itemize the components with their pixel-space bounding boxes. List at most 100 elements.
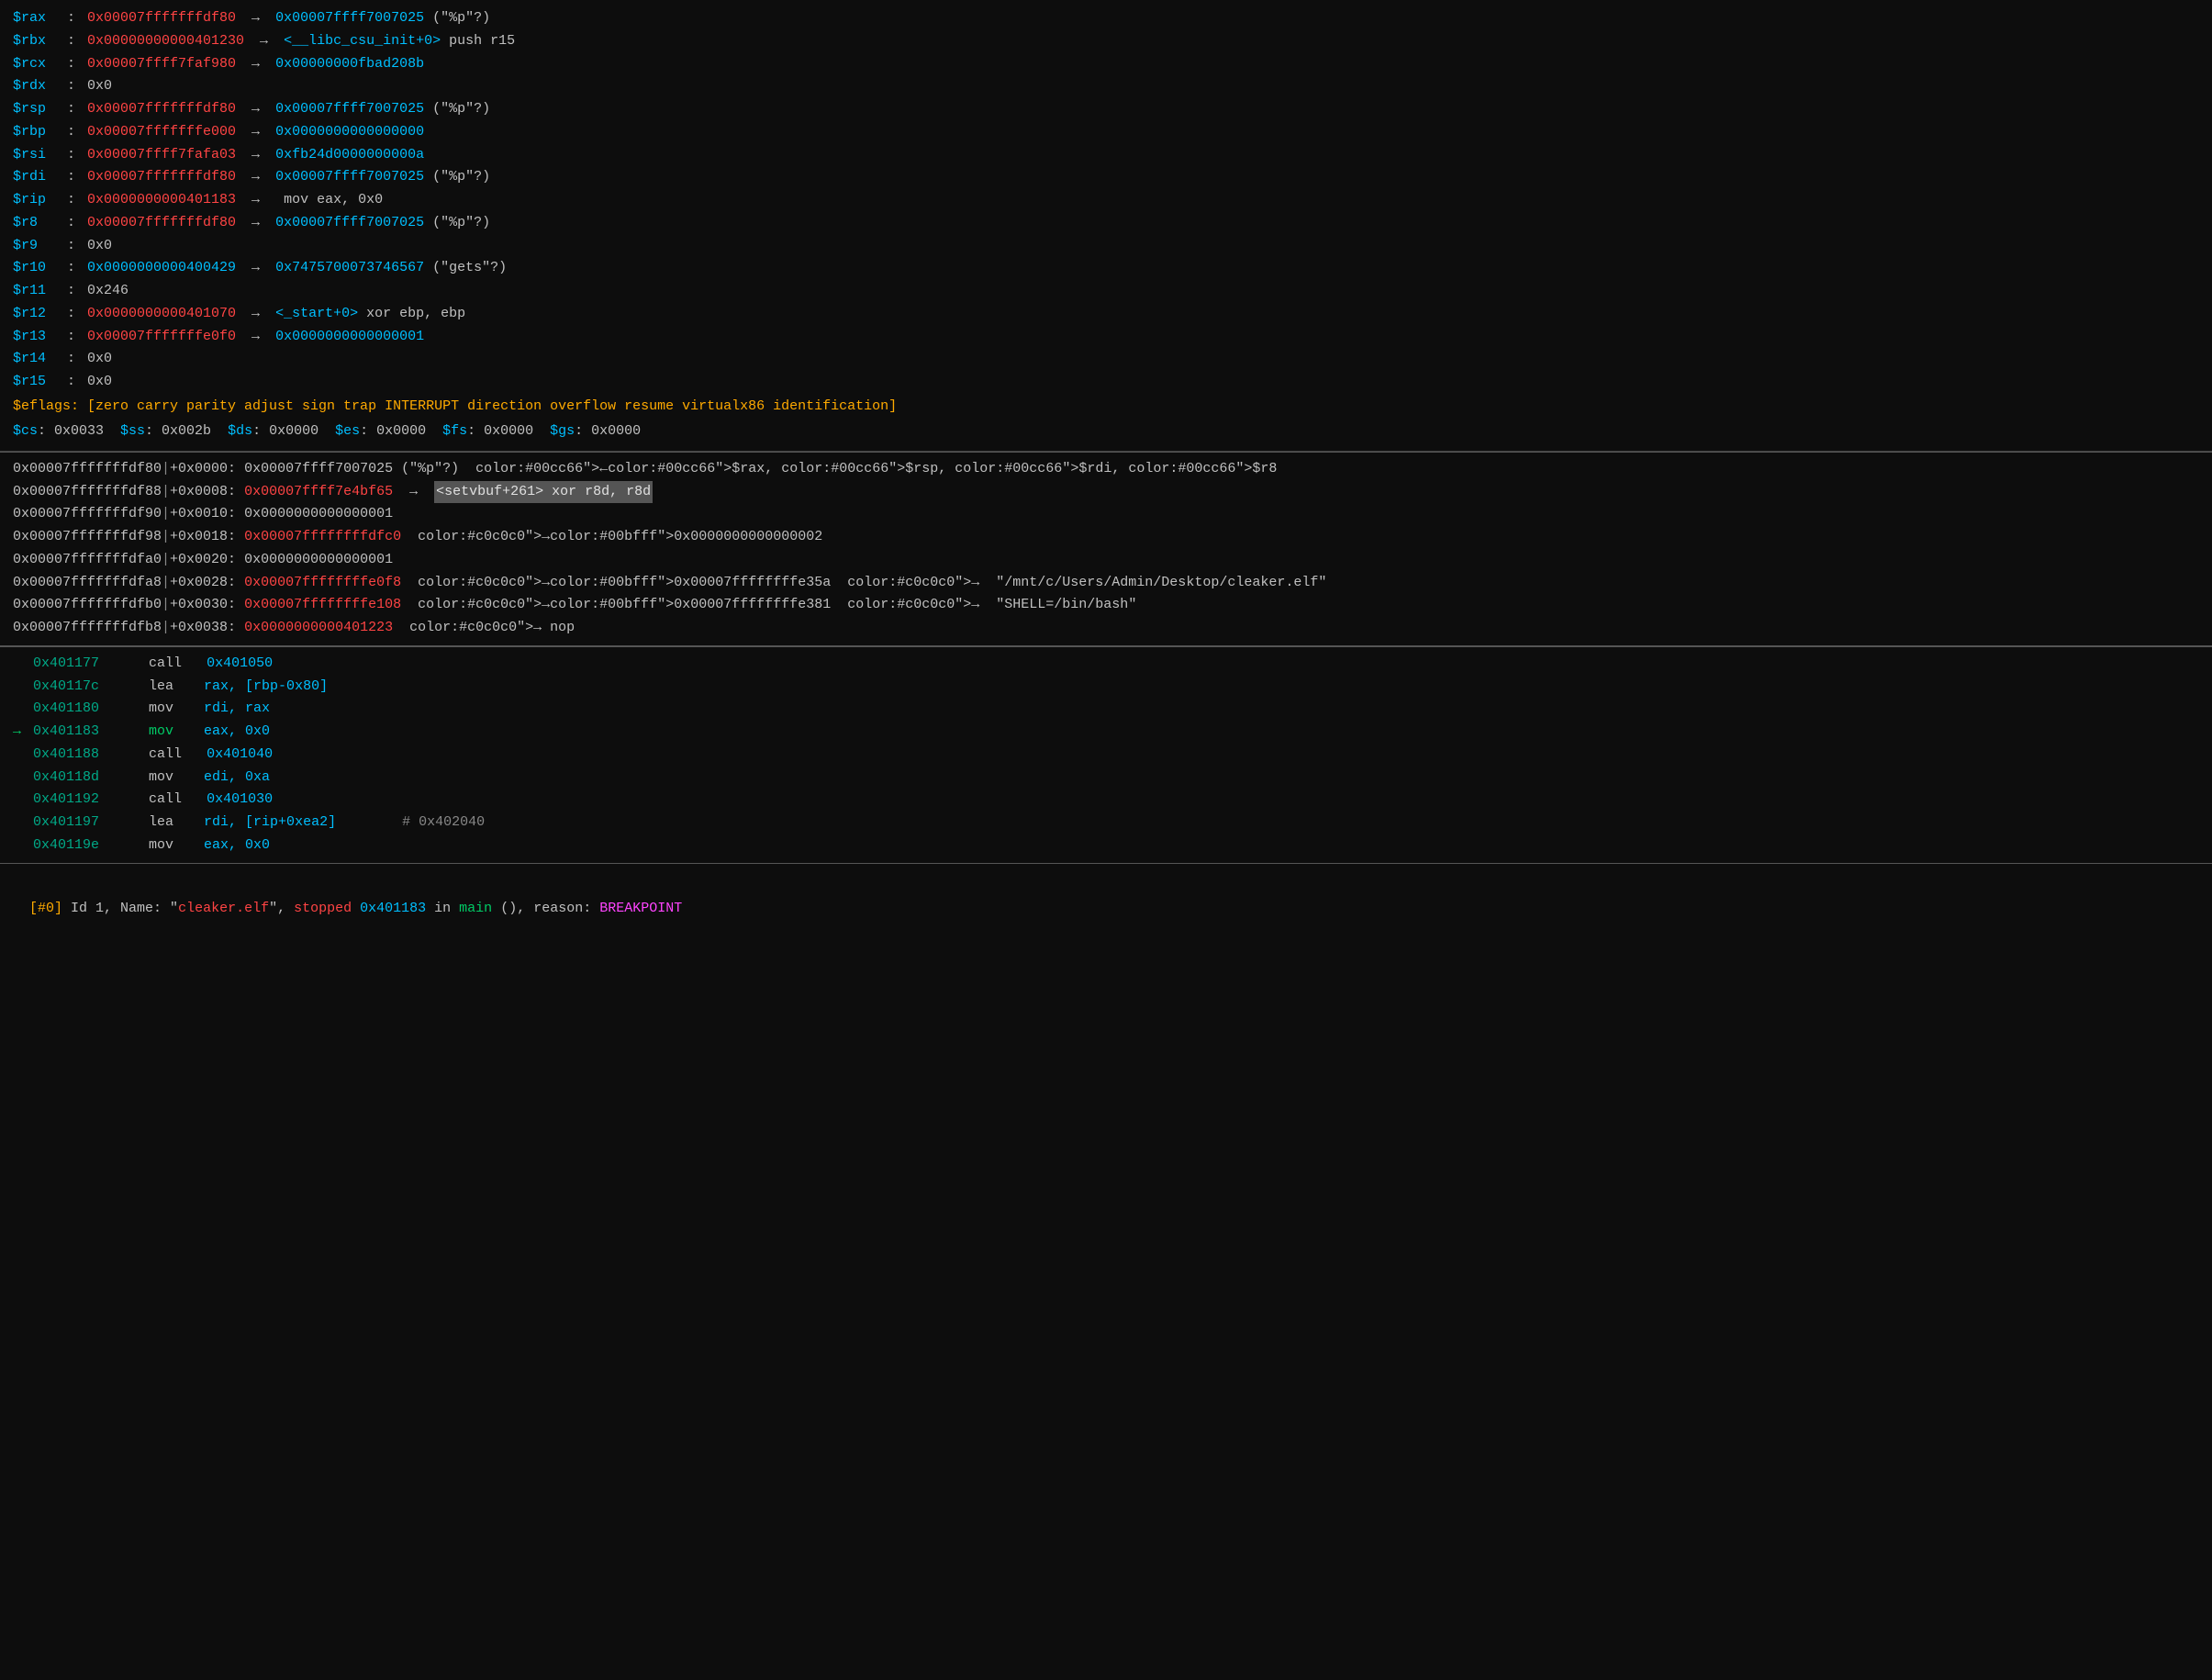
asm-label bbox=[99, 698, 149, 721]
asm-mnemonic: lea bbox=[149, 676, 204, 699]
register-value: 0x0000000000401183 bbox=[87, 189, 236, 212]
register-name: $r11 bbox=[13, 280, 59, 303]
register-annotation: ("%p"?) bbox=[424, 166, 490, 189]
register-deref: 0x00007ffff7007025 bbox=[275, 212, 424, 235]
status-bar: [#0] Id 1, Name: "cleaker.elf", stopped … bbox=[0, 863, 2212, 928]
asm-comment: # 0x402040 bbox=[336, 812, 485, 834]
arrow-icon: → bbox=[251, 30, 276, 53]
register-value: 0x0000000000400429 bbox=[87, 257, 236, 280]
stack-offset: +0x0018: bbox=[170, 526, 244, 549]
stack-offset: +0x0010: bbox=[170, 503, 244, 526]
stack-value: 0x0000000000401223 bbox=[244, 617, 393, 640]
register-value: 0x00000000000401230 bbox=[87, 30, 244, 53]
register-annotation: ("gets"?) bbox=[424, 257, 507, 280]
asm-row: 0x401192 call 0x401030 bbox=[13, 789, 2199, 812]
register-annotation: ("%p"?) bbox=[424, 7, 490, 30]
arrow-icon: → bbox=[243, 7, 268, 30]
arrow-icon: → bbox=[243, 144, 268, 167]
register-row: $rdi : 0x00007fffffffdf80 → 0x00007ffff7… bbox=[13, 166, 2199, 189]
register-deref: 0x00007ffff7007025 bbox=[275, 7, 424, 30]
arrow-icon: → bbox=[243, 257, 268, 280]
stack-address: 0x00007fffffffdfb8 bbox=[13, 617, 162, 640]
asm-mnemonic: mov bbox=[149, 698, 204, 721]
asm-row: 0x40117c lea rax, [rbp-0x80] bbox=[13, 676, 2199, 699]
eflags-row: $eflags: [zero carry parity adjust sign … bbox=[13, 394, 2199, 419]
arrow-icon: → bbox=[243, 326, 268, 349]
asm-operand: 0x401050 bbox=[207, 653, 281, 676]
arrow-icon: → bbox=[243, 53, 268, 76]
stack-value: 0x00007ffffffffdfc0 bbox=[244, 526, 401, 549]
register-row: $rsp : 0x00007fffffffdf80 → 0x00007ffff7… bbox=[13, 98, 2199, 121]
asm-mnemonic: call bbox=[149, 653, 207, 676]
asm-mnemonic: call bbox=[149, 789, 207, 812]
register-row: $r9 : 0x0 bbox=[13, 235, 2199, 258]
register-annotation: ("%p"?) bbox=[424, 212, 490, 235]
register-deref: 0x0000000000000001 bbox=[275, 326, 424, 349]
registers-panel: $rax : 0x00007fffffffdf80 → 0x00007ffff7… bbox=[0, 0, 2212, 452]
stack-highlight: <setvbuf+261> xor r8d, r8d bbox=[434, 481, 653, 504]
asm-mnemonic: mov bbox=[149, 721, 204, 744]
asm-row: 0x401180 mov rdi, rax bbox=[13, 698, 2199, 721]
register-name: $r8 bbox=[13, 212, 59, 235]
register-deref: 0x00000000fbad208b bbox=[275, 53, 424, 76]
register-value: 0x00007fffffffdf80 bbox=[87, 166, 236, 189]
asm-address: 0x40117c bbox=[33, 676, 99, 699]
asm-mnemonic: call bbox=[149, 744, 207, 767]
register-name: $rdi bbox=[13, 166, 59, 189]
register-name: $r9 bbox=[13, 235, 59, 258]
register-name: $r13 bbox=[13, 326, 59, 349]
register-row: $r12 : 0x0000000000401070 → <_start+0> x… bbox=[13, 303, 2199, 326]
register-row: $rbx : 0x00000000000401230 → <__libc_csu… bbox=[13, 30, 2199, 53]
register-name: $rbp bbox=[13, 121, 59, 144]
stack-row: 0x00007fffffffdfa0|+0x0020: 0x0000000000… bbox=[13, 549, 2199, 572]
asm-label bbox=[99, 744, 149, 767]
register-deref: <__libc_csu_init+0> bbox=[284, 30, 441, 53]
stack-address: 0x00007fffffffdfb0 bbox=[13, 594, 162, 617]
register-name: $rsp bbox=[13, 98, 59, 121]
asm-row: 0x40118d mov edi, 0xa bbox=[13, 767, 2199, 790]
register-row: $rdx : 0x0 bbox=[13, 75, 2199, 98]
asm-operand: 0x401040 bbox=[207, 744, 281, 767]
stack-offset: +0x0038: bbox=[170, 617, 244, 640]
asm-arrow: → bbox=[13, 721, 33, 744]
stack-value: 0x0000000000000001 bbox=[244, 503, 393, 526]
register-deref: 0x00007ffff7007025 bbox=[275, 166, 424, 189]
stack-address: 0x00007fffffffdf88 bbox=[13, 481, 162, 504]
stack-offset: +0x0008: bbox=[170, 481, 244, 504]
asm-label bbox=[99, 653, 149, 676]
register-annotation: push r15 bbox=[441, 30, 515, 53]
asm-label bbox=[99, 676, 149, 699]
stack-row: 0x00007fffffffdf80|+0x0000: 0x00007ffff7… bbox=[13, 458, 2199, 481]
register-value: 0x00007ffff7faf980 bbox=[87, 53, 236, 76]
stack-annotation: color:#c0c0c0">→ bbox=[393, 617, 542, 640]
asm-row: 0x401197 lea rdi, [rip+0xea2] # 0x402040 bbox=[13, 812, 2199, 834]
register-row: $r13 : 0x00007fffffffe0f0 → 0x0000000000… bbox=[13, 326, 2199, 349]
register-name: $rsi bbox=[13, 144, 59, 167]
arrow-icon: → bbox=[243, 189, 268, 212]
asm-label bbox=[99, 767, 149, 790]
stack-offset: +0x0000: bbox=[170, 458, 244, 481]
register-annotation: xor ebp, ebp bbox=[358, 303, 465, 326]
register-value: 0x0 bbox=[87, 75, 112, 98]
stack-annotation: color:#c0c0c0">→ bbox=[401, 594, 550, 617]
stack-address: 0x00007fffffffdf90 bbox=[13, 503, 162, 526]
asm-operand: eax, 0x0 bbox=[204, 834, 270, 857]
stack-address: 0x00007fffffffdf98 bbox=[13, 526, 162, 549]
stack-row: 0x00007fffffffdfb0|+0x0030: 0x00007fffff… bbox=[13, 594, 2199, 617]
stack-address: 0x00007fffffffdfa8 bbox=[13, 572, 162, 595]
register-row: $r14 : 0x0 bbox=[13, 348, 2199, 371]
asm-address: 0x401188 bbox=[33, 744, 99, 767]
asm-label bbox=[99, 721, 149, 744]
stack-value: 0x0000000000000001 bbox=[244, 549, 393, 572]
register-value: 0x00007fffffffdf80 bbox=[87, 98, 236, 121]
stack-row: 0x00007fffffffdf98|+0x0018: 0x00007fffff… bbox=[13, 526, 2199, 549]
stack-value: 0x00007ffff7e4bf65 bbox=[244, 481, 393, 504]
register-deref: 0xfb24d0000000000a bbox=[275, 144, 424, 167]
register-deref: <_start+0> bbox=[275, 303, 358, 326]
stack-annotation: color:#c0c0c0">→ bbox=[401, 572, 550, 595]
arrow-icon: → bbox=[243, 166, 268, 189]
register-value: 0x0 bbox=[87, 348, 112, 371]
register-name: $r15 bbox=[13, 371, 59, 394]
register-row: $rax : 0x00007fffffffdf80 → 0x00007ffff7… bbox=[13, 7, 2199, 30]
arrow-icon: → bbox=[243, 303, 268, 326]
